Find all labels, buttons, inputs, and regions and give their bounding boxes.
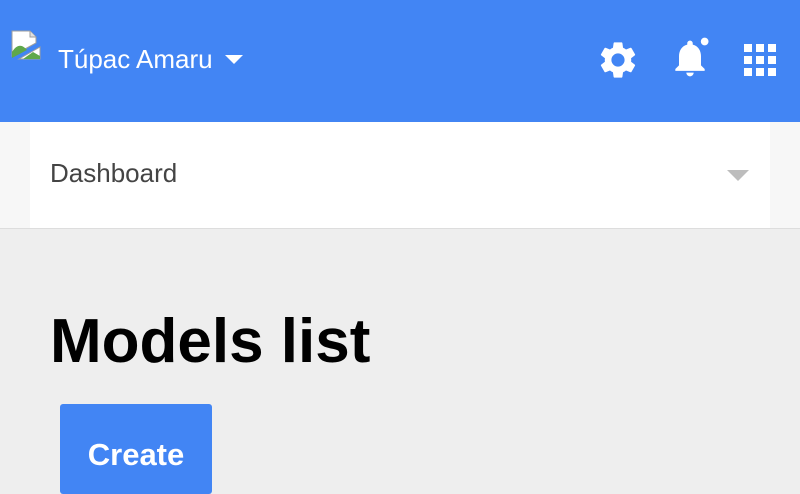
notifications-button[interactable] bbox=[668, 36, 712, 80]
settings-button[interactable] bbox=[596, 38, 640, 82]
bell-icon bbox=[675, 36, 710, 77]
app-header: Túpac Amaru bbox=[0, 0, 800, 122]
caret-down-icon bbox=[224, 54, 243, 64]
dashboard-bar: Dashboard bbox=[0, 122, 800, 229]
caret-down-icon bbox=[727, 170, 749, 181]
apps-button[interactable] bbox=[738, 38, 782, 82]
dashboard-select[interactable]: Dashboard bbox=[30, 122, 770, 228]
broken-image-icon bbox=[11, 30, 41, 60]
apps-grid-icon bbox=[744, 44, 776, 76]
create-button-label: Create bbox=[87, 437, 185, 472]
user-name: Túpac Amaru bbox=[58, 44, 213, 74]
unread-dot bbox=[699, 36, 710, 47]
page-title: Models list bbox=[50, 307, 371, 376]
user-menu[interactable]: Túpac Amaru bbox=[58, 40, 243, 78]
create-button[interactable]: Create bbox=[60, 404, 212, 494]
gear-icon bbox=[600, 42, 636, 78]
dashboard-selected-value: Dashboard bbox=[50, 158, 178, 188]
